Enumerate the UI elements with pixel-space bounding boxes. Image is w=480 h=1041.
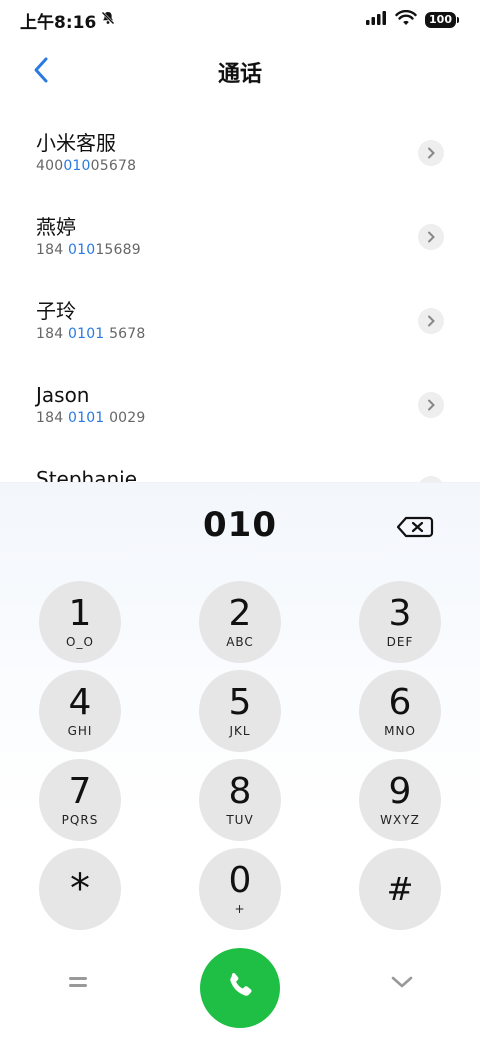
collapse-keypad-button[interactable] (388, 969, 416, 997)
call-button[interactable] (200, 948, 280, 1028)
page-title: 通话 (217, 62, 262, 87)
key-star[interactable]: * (39, 848, 121, 930)
contact-name: Stephanie (36, 467, 138, 482)
status-right: 100 (365, 9, 459, 30)
chevron-down-icon (390, 974, 414, 993)
key-3[interactable]: 3 DEF (359, 581, 441, 663)
chevron-right-icon (426, 396, 436, 415)
dialer-panel: 010 1 O_O 2 ABC 3 DEF 4 GHI 5 JKL 6 MNO … (0, 482, 480, 1041)
bell-slash-icon (100, 10, 116, 31)
key-digit: 1 (68, 593, 92, 634)
back-button[interactable] (24, 54, 60, 90)
key-letters: DEF (386, 635, 414, 649)
chevron-right-icon (426, 228, 436, 247)
contact-name: 燕婷 (36, 215, 76, 239)
contact-number: 184 01015689 (36, 242, 141, 258)
key-letters: WXYZ (380, 813, 420, 827)
key-digit: * (70, 866, 90, 912)
key-letters: PQRS (61, 813, 99, 827)
contact-item[interactable]: Jason 184 0101 0029 (0, 364, 480, 448)
key-1[interactable]: 1 O_O (39, 581, 121, 663)
contact-item[interactable]: 小米客服 40001005678 (0, 112, 480, 196)
detail-button[interactable] (418, 308, 444, 334)
contact-number: 184 0101 0029 (36, 410, 146, 426)
key-digit: 9 (388, 771, 412, 812)
key-digit: 3 (388, 593, 412, 634)
key-letters: ABC (226, 635, 254, 649)
key-digit: 7 (68, 771, 92, 812)
contact-number: 184 0101 5678 (36, 326, 146, 342)
signal-bars-icon (365, 10, 387, 30)
contact-name: 子玲 (36, 299, 76, 323)
contact-item[interactable]: 子玲 184 0101 5678 (0, 280, 480, 364)
key-digit: # (386, 870, 414, 908)
key-letters: MNO (384, 724, 416, 738)
key-digit: 6 (388, 682, 412, 723)
key-digit: 4 (68, 682, 92, 723)
wifi-icon (395, 9, 417, 30)
key-letters: TUV (226, 813, 254, 827)
contact-name: 小米客服 (36, 131, 116, 155)
key-4[interactable]: 4 GHI (39, 670, 121, 752)
chevron-right-icon (426, 144, 436, 163)
key-9[interactable]: 9 WXYZ (359, 759, 441, 841)
contact-results-list: 小米客服 40001005678 燕婷 184 01015689 子玲 184 … (0, 112, 480, 482)
detail-button[interactable] (418, 224, 444, 250)
detail-button[interactable] (418, 140, 444, 166)
contact-item[interactable]: Stephanie (0, 448, 480, 482)
equals-icon (67, 974, 89, 993)
battery-indicator: 100 (425, 12, 459, 28)
header: 通话 (0, 40, 480, 104)
key-letters: GHI (67, 724, 93, 738)
menu-button[interactable] (64, 969, 92, 997)
key-digit: 8 (228, 771, 252, 812)
key-7[interactable]: 7 PQRS (39, 759, 121, 841)
status-time: 上午8:16 (20, 12, 97, 33)
key-letters: O_O (66, 635, 94, 649)
keypad: 1 O_O 2 ABC 3 DEF 4 GHI 5 JKL 6 MNO 7 PQ… (0, 483, 480, 1041)
chevron-right-icon (426, 312, 436, 331)
contact-number: 40001005678 (36, 158, 137, 174)
contact-item[interactable]: 燕婷 184 01015689 (0, 196, 480, 280)
detail-button[interactable] (418, 392, 444, 418)
key-2[interactable]: 2 ABC (199, 581, 281, 663)
key-hash[interactable]: # (359, 848, 441, 930)
status-left: 上午8:16 (20, 8, 116, 33)
key-6[interactable]: 6 MNO (359, 670, 441, 752)
contact-name: Jason (36, 383, 90, 407)
phone-icon (223, 969, 257, 1007)
chevron-left-icon (32, 56, 52, 88)
key-letters: JKL (229, 724, 251, 738)
key-digit: 5 (228, 682, 252, 723)
key-digit: 2 (228, 593, 252, 634)
key-5[interactable]: 5 JKL (199, 670, 281, 752)
status-bar: 上午8:16 100 (0, 0, 480, 40)
key-8[interactable]: 8 TUV (199, 759, 281, 841)
key-letters: + (234, 902, 246, 916)
key-digit: 0 (228, 860, 252, 901)
key-0[interactable]: 0 + (199, 848, 281, 930)
